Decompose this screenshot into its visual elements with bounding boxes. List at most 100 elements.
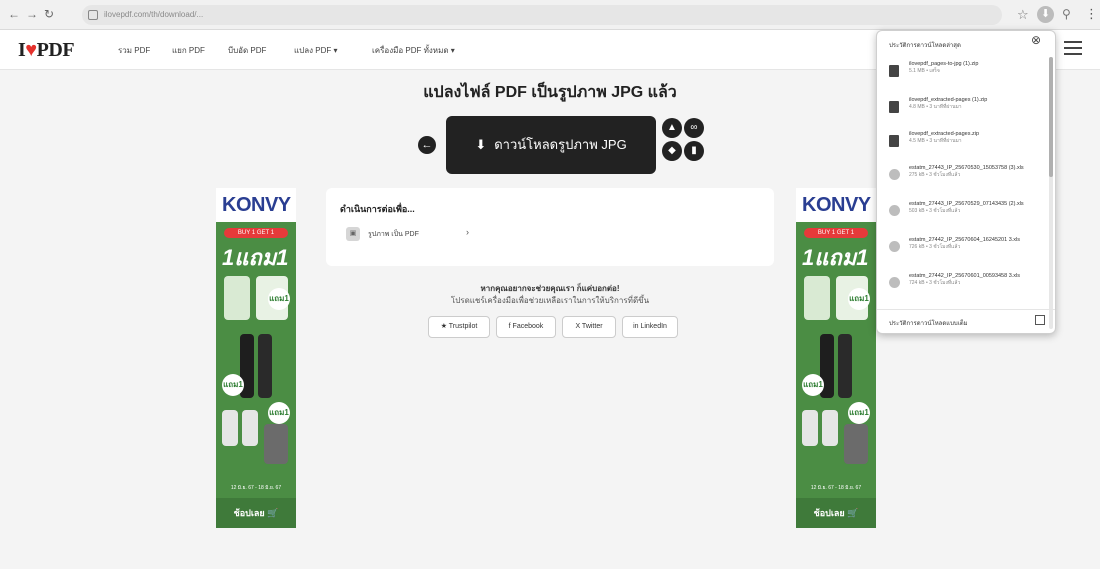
kebab-icon[interactable]: ⋮ [1085,6,1098,22]
ad-dates: 12 มิ.ย. 67 - 18 มิ.ย. 67 [810,485,862,491]
ad-banner-left[interactable]: KONVY BUY 1 GET 1 1แถม1 แถม1 แถม1 แถม1 1… [216,188,296,528]
share-linkedin-button[interactable]: in LinkedIn [622,316,678,338]
zip-file-icon [889,135,899,147]
continue-item-label: รูปภาพ เป็น PDF [368,231,419,238]
nav-merge-pdf[interactable]: รวม PDF [118,44,150,57]
nav-all-tools[interactable]: เครื่องมือ PDF ทั้งหมด ▾ [372,44,455,57]
share-subtitle: โปรดแชร์เครื่องมือเพื่อช่วยเหลือเราในการ… [450,296,650,305]
ad-promo: 1แถม1 [222,245,289,270]
download-item-name: ilovepdf_pages-to-jpg (1).zip [909,61,979,67]
download-item-meta: 4.5 MB • 3 นาทีที่ผ่านมา [909,138,962,144]
ad-product-tube [802,410,818,446]
download-item-name: ilovepdf_extracted-pages (1).zip [909,97,988,103]
close-icon[interactable]: ⊗ [1031,33,1041,47]
ad-banner-right[interactable]: KONVY BUY 1 GET 1 1แถม1 แถม1 แถม1 แถม1 1… [796,188,876,528]
share-twitter-button[interactable]: X Twitter [562,316,616,338]
zip-file-icon [889,65,899,77]
download-item-meta: 503 kB • 3 ชั่วโมงที่แล้ว [909,208,961,214]
download-icon[interactable]: ⬇ [1037,6,1054,23]
download-item[interactable]: estatm_27442_IP_25670601_00593458 3.xls 7… [877,269,1049,305]
ad-brand: KONVY [802,194,871,216]
full-history-link[interactable]: ประวัติการดาวน์โหลดแบบเต็ม [889,318,968,328]
logo[interactable]: I♥PDF [18,39,75,62]
ad-buy-label: BUY 1 GET 1 [224,228,288,238]
downloads-panel: ประวัติการดาวน์โหลดล่าสุด ⊗ ilovepdf_pag… [876,30,1056,334]
download-item-name: estatm_27442_IP_25670601_00593458 3.xls [909,273,1021,279]
address-bar[interactable]: ilovepdf.com/th/download/... [82,5,1002,25]
share-facebook-button[interactable]: f Facebook [496,316,556,338]
zip-file-icon [889,101,899,113]
ad-product-dark-bottle [258,334,272,398]
reload-icon[interactable]: ↻ [44,7,54,21]
hamburger-menu-icon[interactable] [1062,37,1084,59]
download-item-name: estatm_27443_IP_25670529_07143435 (2).xl… [909,201,1024,207]
ad-dates: 12 มิ.ย. 67 - 18 มิ.ย. 67 [230,485,282,491]
nav-split-pdf[interactable]: แยก PDF [172,44,205,57]
open-external-icon[interactable] [1035,315,1045,325]
download-item[interactable]: estatm_27443_IP_25670530_15053758 (3).xl… [877,161,1049,197]
browser-toolbar: ← → ↻ ilovepdf.com/th/download/... ☆ ⬇ ⚲… [0,0,1100,30]
download-item-name: estatm_27443_IP_25670530_15053758 (3).xl… [909,165,1024,171]
ad-product-bottle [804,276,830,320]
page-title: แปลงไฟล์ PDF เป็นรูปภาพ JPG แล้ว [423,84,677,101]
logo-suffix: PDF [36,39,75,61]
back-icon[interactable]: ← [8,7,20,21]
ad-product-box [844,424,868,464]
ad-product-dark-bottle [838,334,852,398]
nav-compress-pdf[interactable]: บีบอัด PDF [228,44,266,57]
download-jpg-button[interactable]: ⬇ ดาวน์โหลดรูปภาพ JPG [446,116,656,174]
chevron-right-icon: › [466,227,469,237]
extensions-icon[interactable]: ⚲ [1062,7,1071,21]
downloads-title: ประวัติการดาวน์โหลดล่าสุด [889,43,961,49]
spreadsheet-file-icon [889,205,900,216]
spreadsheet-file-icon [889,169,900,180]
download-item-meta: 4.8 MB • 3 นาทีที่ผ่านมา [909,104,962,110]
download-item[interactable]: ilovepdf_extracted-pages.zip 4.5 MB • 3 น… [877,127,1049,163]
downloads-scrollbar[interactable] [1049,57,1053,329]
ad-product-box [264,424,288,464]
nav-convert-pdf[interactable]: แปลง PDF ▾ [294,44,338,57]
ad-brand: KONVY [222,194,291,216]
download-icon: ⬇ [475,137,487,152]
download-item-meta: 726 kB • 3 ชั่วโมงที่แล้ว [909,244,961,250]
ad-badge: แถม1 [848,288,870,310]
download-item-name: ilovepdf_extracted-pages.zip [909,131,980,137]
dropbox-icon[interactable]: ◆ [662,141,682,161]
download-item[interactable]: estatm_27442_IP_25670604_16245201 3.xls 7… [877,233,1049,269]
download-item[interactable]: ilovepdf_extracted-pages (1).zip 4.8 MB •… [877,93,1049,129]
back-arrow-button[interactable]: ← [418,136,436,154]
ad-badge: แถม1 [222,374,244,396]
ad-promo: 1แถม1 [802,245,869,270]
drive-upload-icon[interactable]: ▲ [662,118,682,138]
share-trustpilot-button[interactable]: ★ Trustpilot [428,316,490,338]
continue-title: ดำเนินการต่อเพื่อ... [340,204,415,214]
forward-icon[interactable]: → [26,7,38,21]
ad-badge: แถม1 [268,402,290,424]
download-item[interactable]: ilovepdf_pages-to-jpg (1).zip 5.1 MB • เส… [877,57,1049,93]
heart-icon: ♥ [25,39,37,61]
ad-badge: แถม1 [268,288,290,310]
download-item-name: estatm_27442_IP_25670604_16245201 3.xls [909,237,1021,243]
spreadsheet-file-icon [889,241,900,252]
downloads-footer[interactable]: ประวัติการดาวน์โหลดแบบเต็ม [877,309,1055,333]
ad-badge: แถม1 [848,402,870,424]
site-info-icon[interactable] [88,10,98,20]
continue-jpg-to-pdf[interactable]: ▣ รูปภาพ เป็น PDF › [346,224,476,246]
url-text: ilovepdf.com/th/download/... [104,10,204,19]
ad-product-tube [822,410,838,446]
link-icon[interactable]: ∞ [684,118,704,138]
download-item-meta: 5.1 MB • เสร็จ [909,68,940,74]
ad-shop-button[interactable]: ช้อปเลย 🛒 [796,498,876,528]
scrollbar-thumb[interactable] [1049,57,1053,177]
delete-icon[interactable]: ▮ [684,141,704,161]
ad-badge: แถม1 [802,374,824,396]
ad-logo-box: KONVY [796,188,876,222]
download-label: ดาวน์โหลดรูปภาพ JPG [494,137,627,152]
download-item[interactable]: estatm_27443_IP_25670529_07143435 (2).xl… [877,197,1049,233]
ad-product-tube [222,410,238,446]
image-icon: ▣ [346,227,360,241]
continue-card: ดำเนินการต่อเพื่อ... ▣ รูปภาพ เป็น PDF › [326,188,774,266]
ad-shop-button[interactable]: ช้อปเลย 🛒 [216,498,296,528]
download-item-meta: 724 kB • 3 ชั่วโมงที่แล้ว [909,280,961,286]
star-icon[interactable]: ☆ [1017,7,1029,23]
